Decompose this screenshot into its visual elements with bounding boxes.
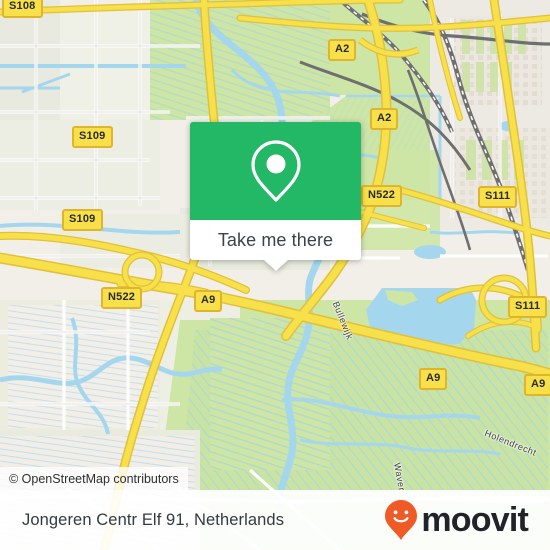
road-shield: N522 bbox=[361, 185, 403, 207]
callout-action-area[interactable]: Take me there bbox=[190, 220, 361, 271]
road-shield: N522 bbox=[101, 287, 143, 309]
road-shield: A2 bbox=[370, 108, 399, 130]
road-shield: A2 bbox=[328, 39, 357, 61]
place-name-label: Jongeren Centr Elf 91, Netherlands bbox=[22, 510, 285, 529]
take-me-there-label: Take me there bbox=[217, 230, 334, 250]
osm-attribution[interactable]: © OpenStreetMap contributors bbox=[0, 467, 188, 490]
moovit-wordmark: moovit bbox=[421, 501, 528, 539]
map-pin-icon bbox=[250, 140, 301, 202]
moovit-smiley-pin-icon bbox=[385, 500, 418, 540]
road-shield: S111 bbox=[478, 186, 518, 208]
callout-pointer bbox=[263, 260, 288, 271]
road-shield: S108 bbox=[2, 0, 43, 18]
road-shield: A9 bbox=[524, 374, 550, 396]
bottom-bar: Jongeren Centr Elf 91, Netherlands moovi… bbox=[0, 490, 550, 550]
moovit-logo[interactable]: moovit bbox=[384, 499, 529, 541]
road-shield: S111 bbox=[508, 296, 548, 318]
moovit-map-screenshot: S108 A2 A2 S109 N522 S111 S109 N522 A9 S… bbox=[0, 0, 550, 550]
road-shield: S109 bbox=[62, 209, 103, 231]
destination-callout-card[interactable]: Take me there bbox=[190, 122, 361, 271]
callout-pin-area bbox=[190, 122, 361, 220]
road-shield: A9 bbox=[419, 368, 448, 390]
road-shield: S109 bbox=[72, 126, 113, 148]
road-shield: A9 bbox=[194, 290, 223, 312]
